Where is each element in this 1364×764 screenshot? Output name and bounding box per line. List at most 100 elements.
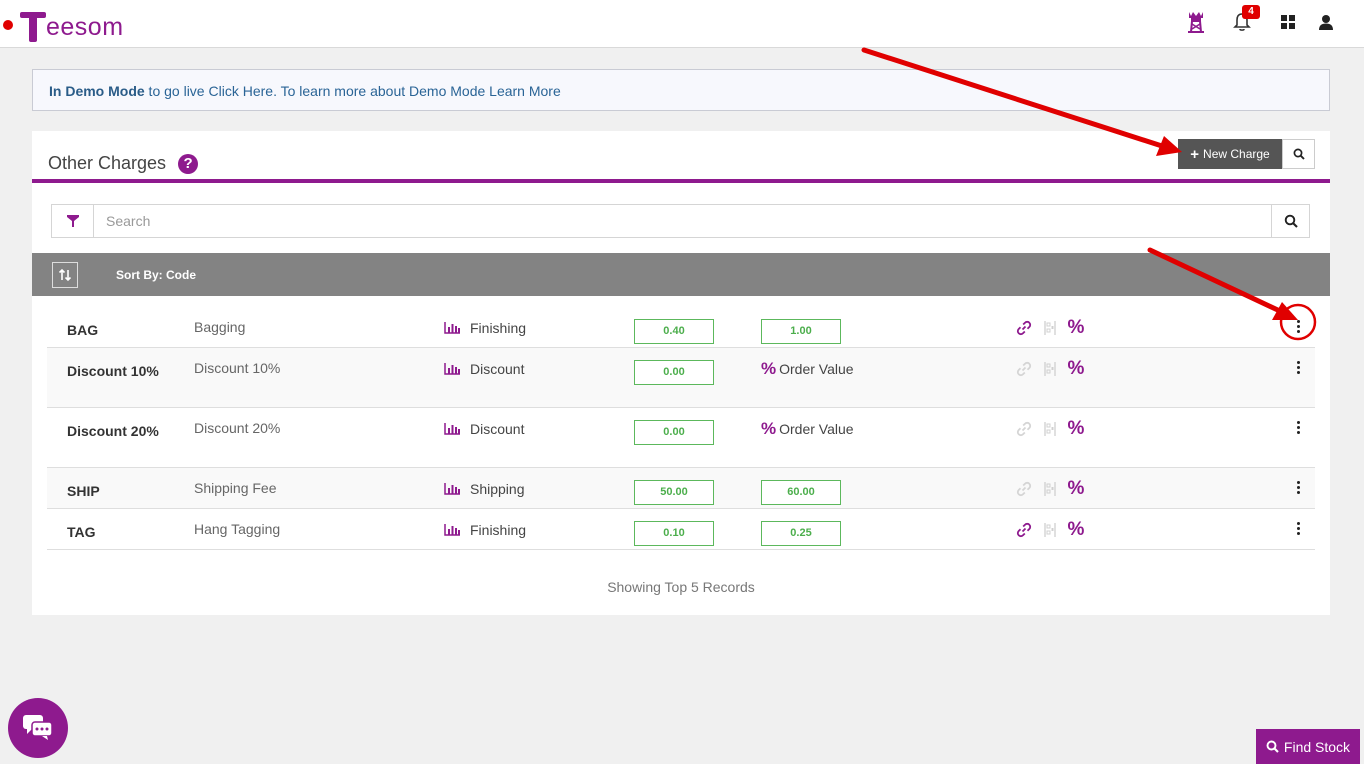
- logo-text: eesom: [46, 13, 124, 41]
- percent-icon[interactable]: %: [1067, 419, 1085, 438]
- link-icon[interactable]: [1015, 360, 1033, 378]
- link-icon[interactable]: [1015, 521, 1033, 539]
- learn-more-link[interactable]: Learn More: [489, 83, 561, 99]
- row-menu-button[interactable]: [1288, 417, 1308, 437]
- filter-button[interactable]: [52, 205, 94, 237]
- search-button[interactable]: [1271, 205, 1309, 237]
- charge-code: Discount 20%: [67, 423, 159, 439]
- help-icon[interactable]: ?: [178, 153, 199, 174]
- demo-mode-banner: In Demo Mode to go live Click Here. To l…: [32, 69, 1330, 111]
- search-icon: [1284, 214, 1298, 228]
- percent-icon[interactable]: %: [1067, 479, 1085, 498]
- recording-dot: [3, 20, 13, 30]
- sort-label[interactable]: Sort By: Code: [116, 268, 196, 282]
- filter-icon: [66, 215, 79, 227]
- demo-mode-label: In Demo Mode: [49, 83, 145, 99]
- percent-icon[interactable]: %: [1067, 520, 1085, 539]
- value-field-1[interactable]: 0.40: [634, 319, 714, 344]
- bar-chart-icon: [444, 524, 460, 536]
- demo-text-1: to go live: [144, 83, 209, 99]
- charge-code: BAG: [67, 322, 99, 338]
- order-value-label: Order Value: [779, 421, 854, 437]
- row-menu-button[interactable]: [1288, 357, 1308, 377]
- barcode-icon[interactable]: [1041, 420, 1059, 438]
- bar-chart-icon: [444, 363, 460, 375]
- chat-button[interactable]: [8, 698, 68, 758]
- teesom-logo[interactable]: eesom: [20, 8, 124, 42]
- order-value-label: Order Value: [779, 361, 854, 377]
- go-live-link[interactable]: Click Here.: [209, 83, 277, 99]
- value-field-1[interactable]: 0.00: [634, 420, 714, 445]
- row-menu-button[interactable]: [1288, 316, 1308, 336]
- charge-description: Hang Tagging: [194, 521, 281, 537]
- row-actions: %: [1015, 419, 1085, 438]
- search-bar: [51, 204, 1310, 238]
- top-icons: 4: [1184, 5, 1338, 34]
- top-bar: eesom 4: [0, 0, 1364, 48]
- new-charge-label: New Charge: [1203, 147, 1270, 161]
- bar-chart-icon: [444, 483, 460, 495]
- new-charge-button[interactable]: + New Charge: [1178, 139, 1282, 169]
- search-icon: [1293, 148, 1305, 160]
- bar-chart-icon: [444, 322, 460, 334]
- search-icon: [1266, 740, 1279, 753]
- category-label: Discount: [470, 361, 525, 377]
- charge-description: Discount 20%: [194, 420, 281, 436]
- link-icon[interactable]: [1015, 319, 1033, 337]
- find-stock-label: Find Stock: [1283, 738, 1351, 755]
- barcode-icon[interactable]: [1041, 319, 1059, 337]
- header-search-button[interactable]: [1282, 139, 1315, 169]
- notifications-button[interactable]: 4: [1230, 5, 1260, 34]
- table-row[interactable]: Discount 20% Discount 20% Discount 0.00 …: [47, 408, 1315, 468]
- row-menu-button[interactable]: [1288, 477, 1308, 497]
- apps-grid-icon[interactable]: [1276, 10, 1300, 34]
- value-field-1[interactable]: 0.10: [634, 521, 714, 546]
- link-icon[interactable]: [1015, 420, 1033, 438]
- value-field-1[interactable]: 0.00: [634, 360, 714, 385]
- charge-description: Bagging: [194, 319, 246, 335]
- charge-category: Shipping: [444, 481, 525, 497]
- search-input[interactable]: [94, 205, 1271, 237]
- charge-category: Discount: [444, 421, 524, 437]
- charge-code: TAG: [67, 524, 96, 540]
- chat-icon: [23, 715, 53, 740]
- table-row[interactable]: Discount 10% Discount 10% Discount 0.00 …: [47, 348, 1315, 408]
- records-count: Showing Top 5 Records: [607, 579, 755, 595]
- table-row[interactable]: SHIP Shipping Fee Shipping 50.00 60.00 %: [47, 468, 1315, 509]
- link-icon[interactable]: [1015, 480, 1033, 498]
- order-value-basis: % Order Value: [761, 360, 854, 377]
- barcode-icon[interactable]: [1041, 521, 1059, 539]
- charge-description: Discount 10%: [194, 360, 281, 376]
- table-row[interactable]: TAG Hang Tagging Finishing 0.10 0.25 %: [47, 509, 1315, 550]
- row-actions: %: [1015, 359, 1085, 378]
- barcode-icon[interactable]: [1041, 360, 1059, 378]
- sort-direction-button[interactable]: [52, 261, 78, 288]
- user-icon[interactable]: [1314, 10, 1338, 34]
- percent-icon: %: [761, 419, 777, 438]
- charge-category: Finishing: [444, 522, 526, 538]
- order-value-basis: % Order Value: [761, 419, 854, 438]
- category-label: Shipping: [470, 481, 525, 497]
- plus-icon: +: [1190, 145, 1200, 163]
- row-actions: %: [1015, 318, 1085, 337]
- row-menu-button[interactable]: [1288, 518, 1308, 538]
- charge-category: Discount: [444, 361, 524, 377]
- tower-icon[interactable]: [1184, 10, 1208, 34]
- value-field-2[interactable]: 1.00: [761, 319, 841, 344]
- sort-arrows-icon: [58, 268, 72, 281]
- barcode-icon[interactable]: [1041, 480, 1059, 498]
- charge-description: Shipping Fee: [194, 480, 277, 496]
- percent-icon[interactable]: %: [1067, 359, 1085, 378]
- value-field-2[interactable]: 60.00: [761, 480, 841, 505]
- page-title-text: Other Charges: [48, 153, 167, 173]
- find-stock-button[interactable]: Find Stock: [1256, 729, 1360, 764]
- title-divider: [32, 179, 1330, 183]
- row-actions: %: [1015, 479, 1085, 498]
- category-label: Finishing: [470, 320, 527, 336]
- category-label: Finishing: [470, 522, 527, 538]
- percent-icon[interactable]: %: [1067, 318, 1085, 337]
- table-row[interactable]: BAG Bagging Finishing 0.40 1.00 %: [47, 307, 1315, 348]
- sort-bar: Sort By: Code: [32, 253, 1330, 296]
- value-field-1[interactable]: 50.00: [634, 480, 714, 505]
- value-field-2[interactable]: 0.25: [761, 521, 841, 546]
